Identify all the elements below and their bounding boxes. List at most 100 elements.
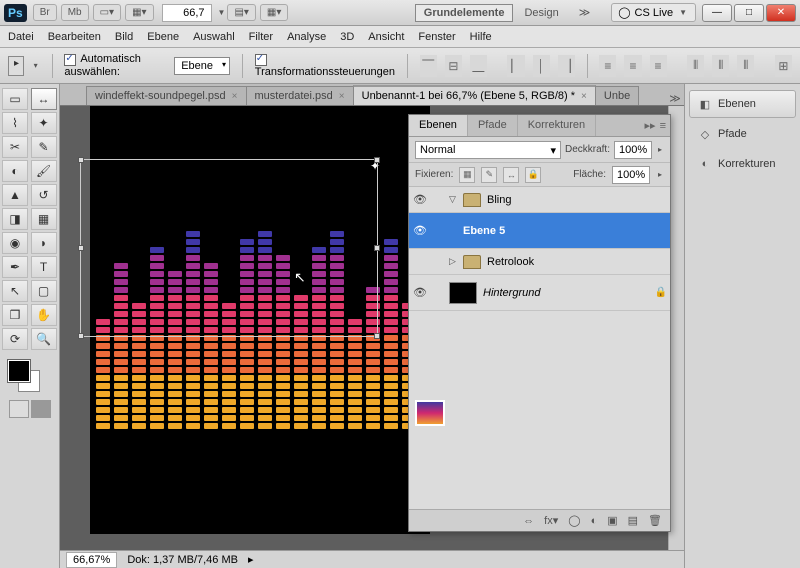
layers-panel[interactable]: Ebenen Pfade Korrekturen ▸▸≡ Normal Deck… — [408, 114, 671, 532]
minibridge-button[interactable]: Mb — [61, 4, 89, 21]
distribute-v-icon[interactable]: ≡ — [624, 55, 641, 77]
tool-zoom[interactable]: 🔍 — [31, 328, 57, 350]
menu-ansicht[interactable]: Ansicht — [368, 31, 404, 43]
tool-eyedropper[interactable]: ✎ — [31, 136, 57, 158]
workspace-design[interactable]: Design — [515, 4, 567, 22]
tool-brush[interactable]: 🖌 — [31, 160, 57, 182]
cslive-button[interactable]: ◯ CS Live ▼ — [611, 3, 696, 22]
auto-align-icon[interactable]: ⊞ — [775, 55, 792, 77]
group-icon[interactable]: ▣ — [607, 514, 617, 527]
fg-color[interactable] — [8, 360, 30, 382]
layer-hintergrund[interactable]: 👁 Hintergrund 🔒 — [409, 275, 670, 311]
menu-3d[interactable]: 3D — [340, 31, 354, 43]
auto-select-dropdown[interactable]: Ebene — [174, 57, 230, 75]
layer-name[interactable]: Ebene 5 — [463, 225, 670, 237]
zoom-field[interactable]: 66,7 — [162, 4, 212, 22]
layer-thumbnail[interactable] — [449, 282, 477, 304]
visibility-icon[interactable]: 👁 — [409, 286, 431, 299]
transform-checkbox[interactable]: Transformationssteuerungen — [255, 53, 395, 77]
disclosure-icon[interactable]: ▷ — [449, 256, 463, 267]
fill-flyout-icon[interactable]: ▸ — [658, 170, 662, 179]
canvas[interactable]: ✦ — [90, 106, 430, 534]
align-right-icon[interactable]: ▕ — [558, 55, 575, 77]
opacity-field[interactable]: 100% — [614, 141, 652, 159]
lock-position-icon[interactable]: ↔ — [503, 167, 519, 183]
tool-lasso[interactable]: ⌇ — [2, 112, 28, 134]
close-icon[interactable]: × — [339, 91, 345, 102]
align-top-icon[interactable]: ⎺ — [420, 55, 437, 77]
tool-blur[interactable]: ◉ — [2, 232, 28, 254]
doctab-3[interactable]: Unbenannt-1 bei 66,7% (Ebene 5, RGB/8) *… — [353, 85, 596, 105]
tool-path[interactable]: ↖ — [2, 280, 28, 302]
maximize-button[interactable]: □ — [734, 4, 764, 22]
menu-analyse[interactable]: Analyse — [287, 31, 326, 43]
distribute-bottom-icon[interactable]: ≡ — [650, 55, 667, 77]
handle-br[interactable] — [374, 333, 380, 339]
workspace-grundelemente[interactable]: Grundelemente — [415, 4, 514, 22]
arrange-button[interactable]: ▤▾ — [227, 4, 255, 21]
lock-transparent-icon[interactable]: ▦ — [459, 167, 475, 183]
tool-gradient[interactable]: ▦ — [31, 208, 57, 230]
close-icon[interactable]: × — [232, 91, 238, 102]
tab-ebenen[interactable]: Ebenen — [409, 115, 468, 136]
menu-filter[interactable]: Filter — [249, 31, 273, 43]
distribute-h-icon[interactable]: ⦀ — [712, 55, 729, 77]
handle-r[interactable] — [374, 245, 380, 251]
menu-auswahl[interactable]: Auswahl — [193, 31, 235, 43]
tool-stamp[interactable]: ▲ — [2, 184, 28, 206]
tool-move[interactable]: ↔ — [31, 88, 57, 110]
align-bottom-icon[interactable]: ⎽ — [470, 55, 487, 77]
handle-bl[interactable] — [78, 333, 84, 339]
tool-type[interactable]: T — [31, 256, 57, 278]
zoom-dropdown-icon[interactable]: ▼ — [218, 8, 226, 17]
visibility-icon[interactable]: 👁 — [409, 193, 431, 206]
tool-shape[interactable]: ▢ — [31, 280, 57, 302]
tool-marquee[interactable]: ▭ — [2, 88, 28, 110]
align-left-icon[interactable]: ▏ — [507, 55, 524, 77]
tool-3d[interactable]: ❒ — [2, 304, 28, 326]
tool-wand[interactable]: ✦ — [31, 112, 57, 134]
close-button[interactable]: ✕ — [766, 4, 796, 22]
tool-heal[interactable]: ◐ — [2, 160, 28, 182]
mask-icon[interactable]: ◯ — [568, 514, 580, 527]
opacity-flyout-icon[interactable]: ▸ — [658, 145, 662, 154]
lock-pixels-icon[interactable]: ✎ — [481, 167, 497, 183]
align-vcenter-icon[interactable]: ⊟ — [445, 55, 462, 77]
doctab-2[interactable]: musterdatei.psd× — [246, 86, 354, 105]
menu-datei[interactable]: Datei — [8, 31, 34, 43]
current-tool-icon[interactable] — [8, 56, 24, 76]
link-layers-icon[interactable]: ⇔ — [523, 515, 534, 527]
distribute-right-icon[interactable]: ⦀ — [737, 55, 754, 77]
transform-bounds[interactable] — [80, 159, 378, 337]
layer-group-retrolook[interactable]: ▷ Retrolook — [409, 249, 670, 275]
blend-mode-dropdown[interactable]: Normal — [415, 141, 561, 159]
handle-l[interactable] — [78, 245, 84, 251]
tool-history[interactable]: ↺ — [31, 184, 57, 206]
quick-mask[interactable] — [2, 400, 57, 418]
menu-hilfe[interactable]: Hilfe — [470, 31, 492, 43]
new-layer-icon[interactable]: ▤ — [628, 514, 638, 527]
disclosure-icon[interactable]: ▽ — [449, 194, 463, 205]
minimize-button[interactable]: — — [702, 4, 732, 22]
menu-bearbeiten[interactable]: Bearbeiten — [48, 31, 101, 43]
layer-group-bling[interactable]: 👁 ▽ Bling — [409, 187, 670, 213]
panel-collapse-icon[interactable]: ▸▸ — [645, 119, 656, 132]
tool-dodge[interactable]: ◗ — [31, 232, 57, 254]
layer-name[interactable]: Bling — [487, 194, 670, 206]
tool-crop[interactable]: ✂ — [2, 136, 28, 158]
dock-korrekturen[interactable]: ◐Korrekturen — [689, 150, 796, 178]
fx-icon[interactable]: fx▾ — [544, 514, 558, 527]
tool-pen[interactable]: ✒ — [2, 256, 28, 278]
guides-button[interactable]: ▦▾ — [260, 4, 288, 21]
handle-tl[interactable] — [78, 157, 84, 163]
layer-thumbnail[interactable] — [415, 400, 445, 426]
tool-rotate[interactable]: ⟳ — [2, 328, 28, 350]
panel-menu-icon[interactable]: ≡ — [660, 120, 666, 132]
dock-ebenen[interactable]: ◧Ebenen — [689, 90, 796, 118]
align-hcenter-icon[interactable]: │ — [533, 55, 550, 77]
bridge-button[interactable]: Br — [33, 4, 57, 21]
lock-all-icon[interactable]: 🔒 — [525, 167, 541, 183]
distribute-top-icon[interactable]: ≡ — [599, 55, 616, 77]
distribute-left-icon[interactable]: ⦀ — [687, 55, 704, 77]
visibility-icon[interactable]: 👁 — [409, 224, 431, 237]
